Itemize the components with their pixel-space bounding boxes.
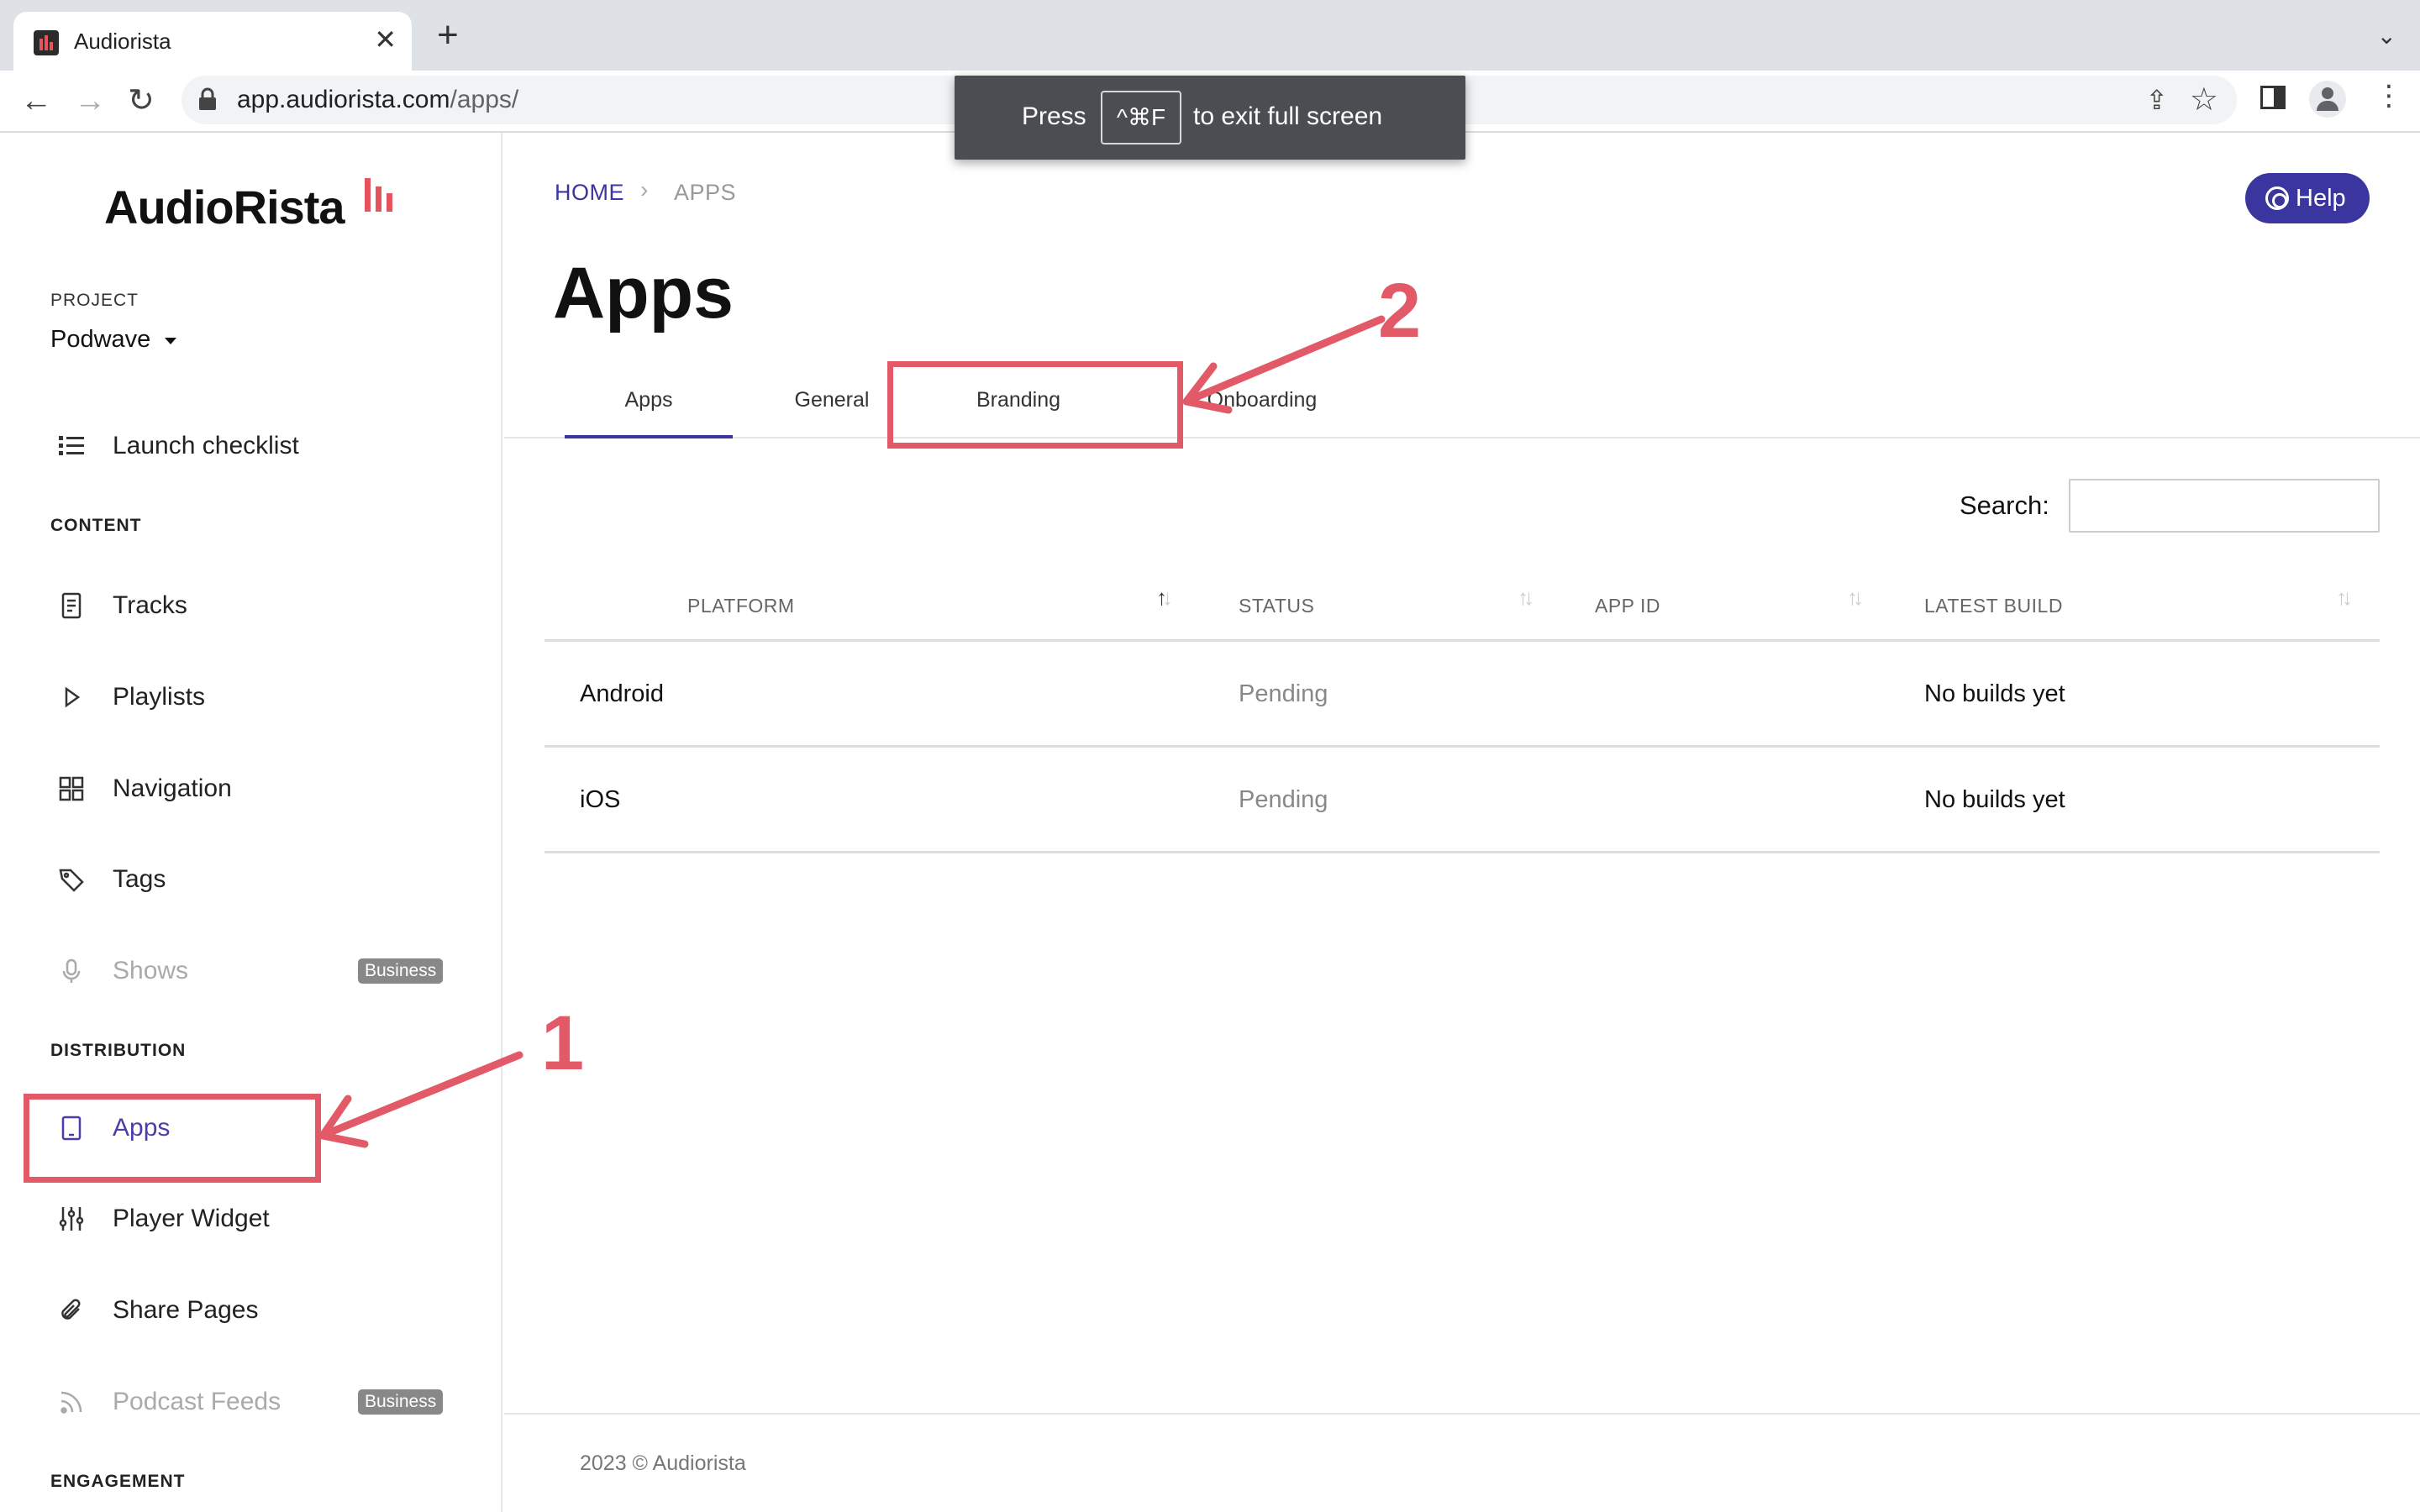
search-label: Search:: [1960, 491, 2049, 520]
sidebar-item-tracks[interactable]: Tracks: [27, 573, 481, 640]
page-title: Apps: [553, 253, 734, 333]
annotation-box-branding: [887, 361, 1183, 449]
sidebar: AudioRista PROJECT Podwave Launch checkl…: [0, 133, 502, 1512]
cell-status: Pending: [1239, 680, 1328, 707]
sidebar-item-label: Playlists: [113, 683, 206, 711]
search-input[interactable]: [2069, 479, 2380, 533]
forward-arrow-icon[interactable]: →: [74, 81, 106, 121]
profile-avatar-icon[interactable]: [2309, 81, 2346, 118]
bookmark-star-icon[interactable]: ☆: [2190, 81, 2218, 118]
tab-apps[interactable]: Apps: [565, 361, 733, 438]
cell-status: Pending: [1239, 786, 1328, 813]
sort-ascending-icon[interactable]: ↑↓: [1156, 585, 1173, 611]
breadcrumb-home[interactable]: HOME: [555, 180, 624, 206]
sidebar-item-label: Share Pages: [113, 1296, 259, 1324]
toast-press-text: Press: [1022, 102, 1086, 130]
annotation-number-2: 2: [1378, 268, 1422, 354]
business-badge: Business: [358, 1389, 444, 1415]
footer-copyright: 2023 © Audiorista: [580, 1452, 746, 1475]
sliders-icon: [59, 1207, 84, 1231]
tab-search-chevron-icon[interactable]: ⌄: [2377, 22, 2396, 50]
tab-close-icon[interactable]: ✕: [374, 24, 397, 55]
browser-menu-icon[interactable]: ⋮: [2375, 79, 2403, 113]
column-header-app-id[interactable]: APP ID: [1595, 595, 1660, 617]
lifebuoy-icon: [2265, 186, 2289, 210]
url-text: app.audiorista.com/apps/: [237, 86, 519, 113]
sort-icon[interactable]: ↑↓: [1847, 585, 1864, 611]
table-header: PLATFORM ↑↓ STATUS ↑↓ APP ID ↑↓ LATEST B…: [544, 571, 2380, 642]
reload-icon[interactable]: ↻: [128, 81, 155, 121]
sidebar-item-label: Navigation: [113, 774, 232, 802]
sidebar-item-playlists[interactable]: Playlists: [27, 664, 481, 732]
help-button[interactable]: Help: [2245, 173, 2370, 223]
footer: 2023 © Audiorista: [504, 1413, 2420, 1512]
microphone-icon: [62, 958, 81, 983]
sidebar-item-navigation[interactable]: Navigation: [27, 756, 481, 823]
distribution-section-label: DISTRIBUTION: [50, 1041, 187, 1060]
column-header-platform[interactable]: PLATFORM: [687, 595, 795, 617]
back-arrow-icon[interactable]: ←: [20, 81, 52, 121]
browser-tab[interactable]: Audiorista ✕: [13, 12, 412, 71]
play-icon: [65, 686, 81, 708]
cell-platform: Android: [580, 680, 664, 707]
business-badge: Business: [358, 958, 444, 984]
annotation-number-1: 1: [541, 1000, 585, 1086]
column-header-status[interactable]: STATUS: [1239, 595, 1314, 617]
annotation-box-apps: [24, 1094, 321, 1183]
cell-latest-build: No builds yet: [1924, 680, 2065, 707]
table-row[interactable]: iOS Pending No builds yet: [544, 748, 2380, 853]
new-tab-icon[interactable]: +: [437, 17, 459, 54]
sidebar-item-label: Player Widget: [113, 1205, 270, 1232]
project-selector[interactable]: Podwave: [50, 326, 150, 354]
paperclip-icon: [61, 1299, 81, 1320]
document-icon: [61, 592, 82, 619]
audiorista-favicon-icon: [34, 30, 59, 55]
cell-latest-build: No builds yet: [1924, 786, 2065, 813]
help-button-label: Help: [2296, 185, 2346, 212]
tag-icon: [59, 869, 84, 892]
logo-bars-icon: [365, 178, 398, 212]
toast-shortcut-key: ^⌘F: [1101, 91, 1181, 144]
sidebar-item-shows[interactable]: Shows Business: [27, 938, 481, 1005]
tab-title: Audiorista: [74, 29, 171, 54]
checklist-icon: [59, 436, 84, 455]
toast-exit-text: to exit full screen: [1193, 102, 1383, 130]
sidebar-item-label: Launch checklist: [113, 432, 299, 459]
sidebar-item-label: Podcast Feeds: [113, 1388, 281, 1415]
sidebar-item-share-pages[interactable]: Share Pages: [27, 1278, 481, 1345]
fullscreen-toast: Press ^⌘F to exit full screen: [955, 76, 1465, 160]
lock-icon: [199, 87, 216, 110]
audiorista-logo[interactable]: AudioRista: [104, 180, 345, 234]
sidebar-item-label: Tracks: [113, 591, 187, 619]
side-panel-icon[interactable]: [2260, 86, 2286, 109]
share-icon[interactable]: ⇪: [2145, 84, 2168, 116]
engagement-section-label: ENGAGEMENT: [50, 1472, 186, 1491]
sort-icon[interactable]: ↑↓: [2336, 585, 2353, 611]
sidebar-item-launch-checklist[interactable]: Launch checklist: [27, 413, 481, 480]
rss-icon: [60, 1391, 82, 1414]
cell-platform: iOS: [580, 786, 621, 813]
breadcrumb-current: APPS: [674, 180, 737, 205]
column-header-latest-build[interactable]: LATEST BUILD: [1924, 595, 2063, 617]
sidebar-item-tags[interactable]: Tags: [27, 847, 481, 914]
sidebar-item-label: Tags: [113, 865, 166, 893]
sort-icon[interactable]: ↑↓: [1518, 585, 1534, 611]
tab-bar: Apps General Branding Onboarding: [504, 361, 2420, 438]
sidebar-item-player-widget[interactable]: Player Widget: [27, 1186, 481, 1253]
sidebar-item-label: Shows: [113, 957, 189, 984]
browser-tabstrip: Audiorista ✕ + ⌄: [0, 0, 2420, 71]
caret-down-icon[interactable]: [165, 338, 176, 344]
grid-icon: [59, 776, 84, 801]
breadcrumb-chevron-icon: ›: [640, 176, 649, 202]
table-row[interactable]: Android Pending No builds yet: [544, 642, 2380, 748]
content-section-label: CONTENT: [50, 516, 142, 535]
project-label: PROJECT: [50, 291, 139, 310]
sidebar-item-podcast-feeds[interactable]: Podcast Feeds Business: [27, 1369, 481, 1436]
tab-onboarding[interactable]: Onboarding: [1161, 361, 1363, 438]
